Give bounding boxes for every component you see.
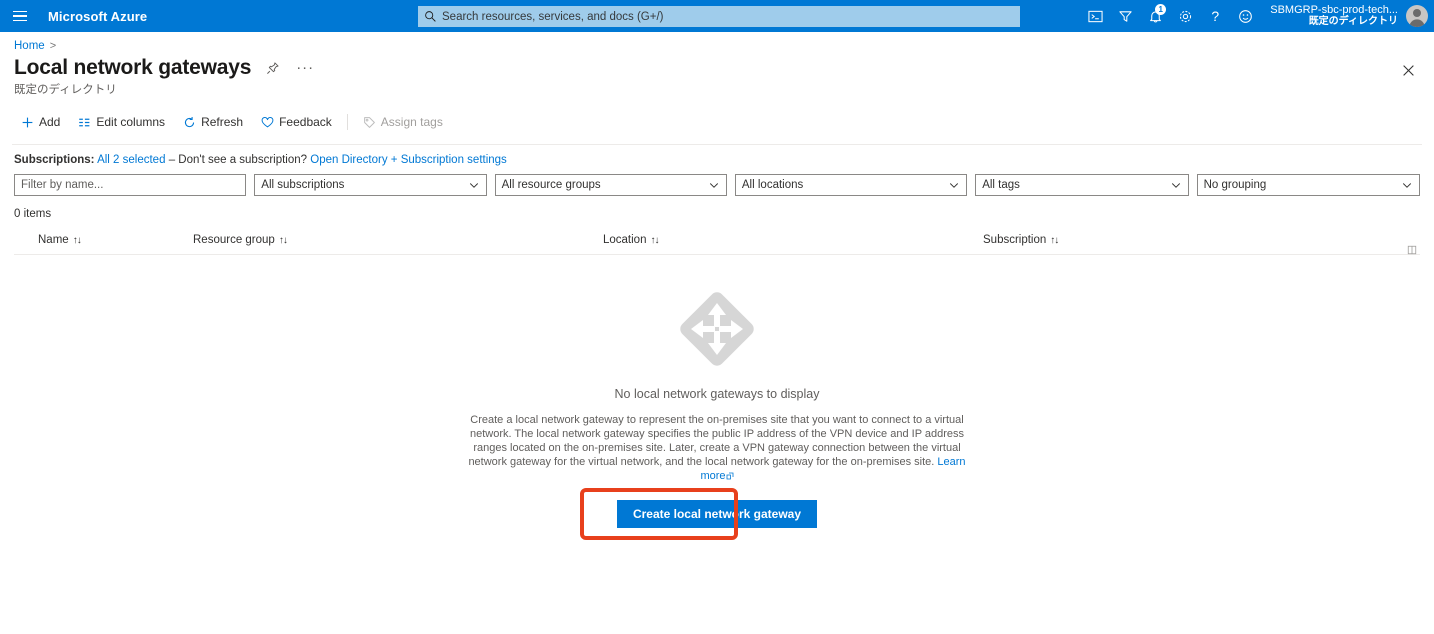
account-text: SBMGRP-sbc-prod-tech... 既定のディレクトリ <box>1270 4 1398 28</box>
page-title-row: Local network gateways ··· <box>0 52 1434 80</box>
directories-subscriptions-icon[interactable] <box>1110 0 1140 32</box>
search-input[interactable] <box>442 10 1014 23</box>
subscriptions-dropdown-value: All subscriptions <box>261 179 345 191</box>
feedback-label: Feedback <box>279 115 332 129</box>
search-icon <box>425 11 436 22</box>
global-search[interactable] <box>418 6 1020 27</box>
column-header-location[interactable]: Location ↑↓ <box>603 234 983 246</box>
breadcrumb-separator: > <box>49 40 57 52</box>
column-header-subscription-label: Subscription <box>983 234 1047 246</box>
filter-by-name-field[interactable] <box>14 174 247 196</box>
refresh-label: Refresh <box>201 115 244 129</box>
tags-dropdown-value: All tags <box>982 179 1020 191</box>
column-header-location-label: Location <box>603 234 647 246</box>
add-button-label: Add <box>39 115 61 129</box>
breadcrumb: Home > <box>0 32 1434 52</box>
subscriptions-label: Subscriptions: <box>14 154 95 166</box>
external-link-icon <box>726 472 733 480</box>
pin-icon[interactable] <box>263 58 283 78</box>
filter-by-name-input[interactable] <box>21 179 240 191</box>
ellipsis-icon[interactable]: ··· <box>295 58 315 78</box>
refresh-icon <box>183 116 196 129</box>
close-icon[interactable] <box>1396 58 1420 82</box>
table-header-divider <box>14 254 1420 255</box>
subscriptions-selected-link[interactable]: All 2 selected <box>97 154 165 166</box>
notifications-icon[interactable]: 1 <box>1140 0 1170 32</box>
sort-arrows-icon: ↑↓ <box>650 234 659 246</box>
subscriptions-line: Subscriptions: All 2 selected – Don't se… <box>14 154 1434 166</box>
filter-bar: All subscriptions All resource groups Al… <box>14 174 1434 196</box>
page-subtitle: 既定のディレクトリ <box>14 84 117 96</box>
cloud-shell-icon[interactable] <box>1080 0 1110 32</box>
breadcrumb-item-home[interactable]: Home <box>14 40 45 52</box>
column-header-name[interactable]: Name ↑↓ <box>38 234 193 246</box>
cta-container: Create local network gateway <box>579 488 818 540</box>
edit-columns-button[interactable]: Edit columns <box>69 111 174 133</box>
help-icon[interactable]: ? <box>1200 0 1230 32</box>
feedback-button[interactable]: Feedback <box>252 111 341 133</box>
locations-dropdown-value: All locations <box>741 179 804 191</box>
page-title: Local network gateways <box>14 56 252 79</box>
locations-dropdown[interactable]: All locations <box>734 174 968 196</box>
command-bar: Add Edit columns Refresh Feedback Assign… <box>12 107 1434 137</box>
account-name: SBMGRP-sbc-prod-tech... <box>1270 4 1398 16</box>
grouping-dropdown[interactable]: No grouping <box>1196 174 1420 196</box>
plus-icon <box>21 116 34 129</box>
command-bar-divider <box>12 144 1422 145</box>
item-count: 0 items <box>14 208 52 220</box>
chevron-down-icon <box>948 179 960 191</box>
feedback-icon[interactable] <box>1230 0 1260 32</box>
account-menu[interactable]: SBMGRP-sbc-prod-tech... 既定のディレクトリ <box>1260 0 1434 32</box>
empty-state-title: No local network gateways to display <box>614 387 820 401</box>
grouping-dropdown-value: No grouping <box>1203 179 1267 191</box>
avatar[interactable] <box>1406 5 1428 27</box>
resource-groups-dropdown[interactable]: All resource groups <box>494 174 727 196</box>
heart-icon <box>261 116 274 129</box>
column-options-icon[interactable] <box>1406 244 1418 256</box>
sort-arrows-icon: ↑↓ <box>72 234 82 246</box>
columns-icon <box>78 116 91 129</box>
tag-icon <box>363 116 376 129</box>
column-header-resource-group-label: Resource group <box>193 234 275 246</box>
sort-arrows-icon: ↑↓ <box>1050 234 1059 246</box>
hamburger-icon[interactable] <box>0 0 40 32</box>
azure-brand-logo[interactable]: Microsoft Azure <box>48 9 147 24</box>
refresh-button[interactable]: Refresh <box>174 111 252 133</box>
empty-state: No local network gateways to display Cre… <box>0 281 1434 540</box>
chevron-down-icon <box>468 179 480 191</box>
edit-columns-label: Edit columns <box>96 115 166 129</box>
chevron-down-icon <box>1401 179 1413 191</box>
global-header: Microsoft Azure 1 <box>0 0 1434 32</box>
chevron-down-icon <box>1170 179 1182 191</box>
command-separator <box>346 114 348 130</box>
empty-state-description: Create a local network gateway to repres… <box>465 413 970 483</box>
settings-icon[interactable] <box>1170 0 1200 32</box>
column-header-name-label: Name <box>38 234 69 246</box>
add-button[interactable]: Add <box>12 111 69 133</box>
local-network-gateway-icon <box>680 292 754 366</box>
table-header-row: Name ↑↓ Resource group ↑↓ Location ↑↓ Su… <box>0 230 1434 255</box>
assign-tags-button[interactable]: Assign tags <box>354 111 452 133</box>
chevron-down-icon <box>708 179 720 191</box>
subscriptions-hint: – Don't see a subscription? <box>168 154 308 166</box>
sort-arrows-icon: ↑↓ <box>278 234 288 246</box>
resource-groups-dropdown-value: All resource groups <box>501 179 601 191</box>
subscriptions-dropdown[interactable]: All subscriptions <box>254 174 487 196</box>
empty-state-description-text: Create a local network gateway to repres… <box>468 414 965 468</box>
account-directory: 既定のディレクトリ <box>1308 16 1398 27</box>
column-header-subscription[interactable]: Subscription ↑↓ <box>983 234 1283 246</box>
create-local-network-gateway-button[interactable]: Create local network gateway <box>616 500 818 528</box>
header-actions: 1 ? SBMGRP-sbc-prod-tech... 既定のディレクトリ <box>1080 0 1434 32</box>
assign-tags-label: Assign tags <box>380 115 443 129</box>
subscription-settings-link[interactable]: Open Directory + Subscription settings <box>310 154 507 166</box>
notification-count-badge: 1 <box>1155 4 1167 15</box>
tags-dropdown[interactable]: All tags <box>975 174 1189 196</box>
column-header-resource-group[interactable]: Resource group ↑↓ <box>193 234 603 246</box>
